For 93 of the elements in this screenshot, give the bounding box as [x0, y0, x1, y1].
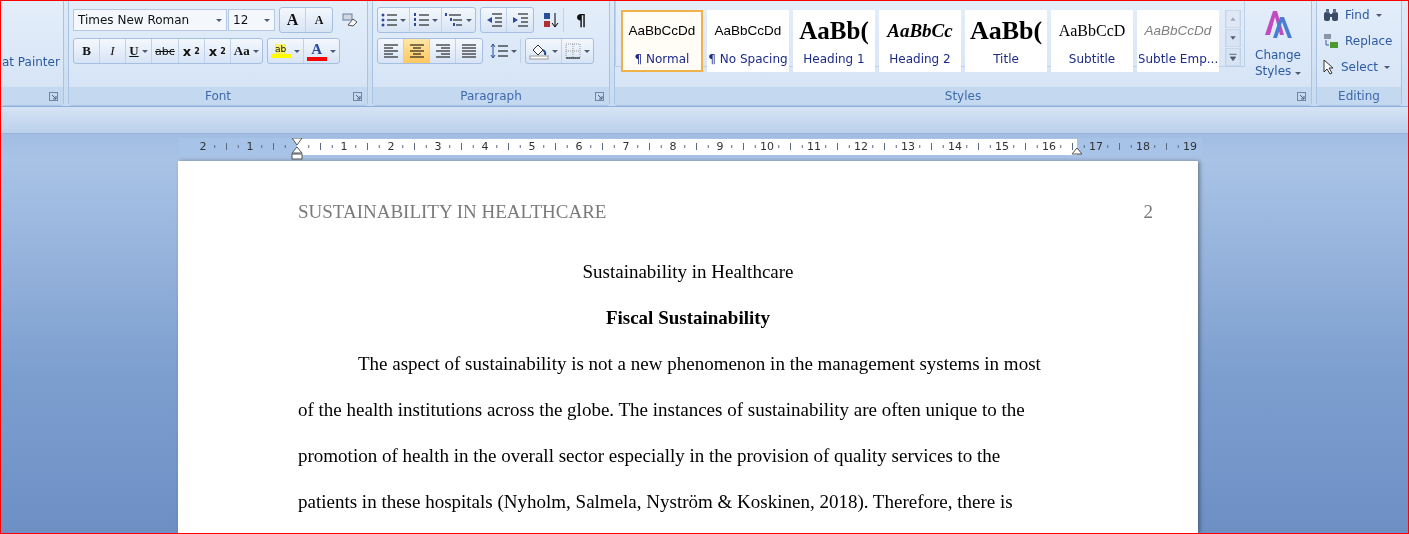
- ruler-number: 15: [995, 139, 1009, 155]
- caret-icon: [400, 18, 406, 22]
- highlight-button[interactable]: ab: [267, 39, 304, 63]
- ruler-number: 9: [716, 139, 724, 155]
- increase-indent-icon: [512, 13, 528, 27]
- bold-button[interactable]: B: [74, 39, 100, 63]
- caret-icon: [1295, 72, 1302, 75]
- caret-icon: [584, 49, 590, 53]
- ruler-number: 19: [1183, 139, 1197, 155]
- document-title: Sustainability in Healthcare: [582, 261, 794, 282]
- decrease-indent-icon: [485, 13, 502, 27]
- font-color-button[interactable]: A: [303, 39, 339, 63]
- group-label: Paragraph: [460, 89, 522, 103]
- justify-icon: [460, 42, 478, 60]
- replace-button[interactable]: Replace: [1317, 29, 1401, 53]
- group-label: Editing: [1338, 89, 1380, 103]
- align-center-button[interactable]: [404, 39, 430, 63]
- dialog-launcher-icon[interactable]: [1297, 92, 1306, 101]
- style-option[interactable]: AaBbCcDd Subtle Emp...: [1137, 10, 1219, 72]
- font-name-field[interactable]: Times New Roman: [73, 9, 227, 31]
- show-formatting-button[interactable]: ¶: [568, 8, 594, 32]
- style-option[interactable]: AaBbCcD Subtitle: [1051, 10, 1133, 72]
- replace-icon: [1323, 33, 1339, 49]
- style-option[interactable]: AaBbCc Heading 2: [879, 10, 961, 72]
- change-case-button[interactable]: Aa: [230, 39, 262, 63]
- caret-icon: [329, 49, 336, 53]
- align-left-icon: [381, 42, 400, 60]
- style-option[interactable]: AaBbCcDd ¶ No Spacing: [707, 10, 789, 72]
- select-button[interactable]: Select: [1317, 55, 1401, 79]
- ruler-number: 17: [1089, 139, 1103, 155]
- ruler-number: 16: [1042, 139, 1056, 155]
- style-option[interactable]: AaBb( Title: [965, 10, 1047, 72]
- ruler-number: 10: [760, 139, 774, 155]
- style-option[interactable]: AaBb( Heading 1: [793, 10, 875, 72]
- sort-icon: [542, 12, 559, 28]
- dialog-launcher-icon[interactable]: [49, 92, 58, 101]
- paint-bucket-icon: [529, 42, 549, 60]
- shading-button[interactable]: [526, 39, 562, 63]
- caret-icon: [264, 18, 270, 22]
- caret-icon: [432, 18, 438, 22]
- dialog-launcher-icon[interactable]: [353, 92, 362, 101]
- grow-font-button[interactable]: A: [280, 8, 306, 32]
- caret-icon: [466, 18, 472, 22]
- ruler-number: 8: [669, 139, 677, 155]
- bullet-list-icon: [381, 13, 397, 27]
- caret-icon: [293, 49, 300, 53]
- ruler-number: 11: [807, 139, 821, 155]
- align-center-icon: [407, 42, 426, 60]
- binoculars-icon: [1323, 8, 1339, 22]
- ruler-number: 18: [1136, 139, 1150, 155]
- style-option[interactable]: AaBbCcDd ¶ Normal: [621, 10, 703, 72]
- section-heading: Fiscal Sustainability: [605, 307, 771, 328]
- group-label: Styles: [944, 89, 982, 103]
- ruler-number: 1: [246, 139, 254, 155]
- font-size-field[interactable]: 12: [228, 9, 275, 31]
- format-painter-button[interactable]: at Painter: [2, 55, 63, 69]
- borders-icon: [565, 43, 581, 59]
- superscript-button[interactable]: x$^{2}$: [204, 39, 231, 63]
- underline-button[interactable]: U: [126, 39, 152, 63]
- caret-icon: [511, 49, 517, 53]
- caret-icon: [552, 49, 558, 53]
- dialog-launcher-icon[interactable]: [595, 92, 604, 101]
- body-paragraph: The aspect of sustainability is not a new phenomenon in the management systems in most of the health institutions across the globe. The instances of sustainability are often unique to the promotion of health in the overall sector especially in the provision of quality services to the patients in these hospitals (Nyholm, Salmela, Nyström & Koskinen, 2018). Therefore, there is: [298, 352, 1042, 514]
- line-spacing-icon: [490, 43, 508, 59]
- multilevel-list-icon: [445, 13, 463, 27]
- strikethrough-button[interactable]: abc: [152, 39, 179, 63]
- page-header: SUSTAINABILITY IN HEALTHCARE: [298, 200, 607, 224]
- ruler-number: 6: [575, 139, 583, 155]
- ruler-number: 3: [434, 139, 442, 155]
- italic-button[interactable]: I: [100, 39, 126, 63]
- ruler-number: 7: [622, 139, 630, 155]
- ruler-number: 14: [948, 139, 962, 155]
- ruler-number: 2: [387, 139, 395, 155]
- indent-marker-icon[interactable]: [291, 138, 303, 160]
- ruler-number: 1: [340, 139, 348, 155]
- find-button[interactable]: Find: [1317, 3, 1401, 27]
- ruler-number: 2: [199, 139, 207, 155]
- ruler-number: 5: [528, 139, 536, 155]
- right-indent-marker-icon[interactable]: [1071, 147, 1083, 155]
- ruler-number: 4: [481, 139, 489, 155]
- group-label: Font: [204, 89, 232, 103]
- change-styles-button[interactable]: Change Styles: [1245, 1, 1311, 87]
- ruler-number: 13: [901, 139, 915, 155]
- eraser-icon: [342, 13, 358, 27]
- page-number: 2: [1143, 200, 1153, 224]
- more-styles-icon[interactable]: [1225, 48, 1241, 66]
- caret-icon: [216, 18, 222, 22]
- numbered-list-icon: [413, 13, 429, 27]
- shrink-font-button[interactable]: A: [306, 8, 332, 32]
- align-right-icon: [433, 42, 452, 60]
- scroll-down-icon[interactable]: [1225, 29, 1241, 47]
- cursor-icon: [1323, 59, 1335, 75]
- ruler-number: 12: [854, 139, 868, 155]
